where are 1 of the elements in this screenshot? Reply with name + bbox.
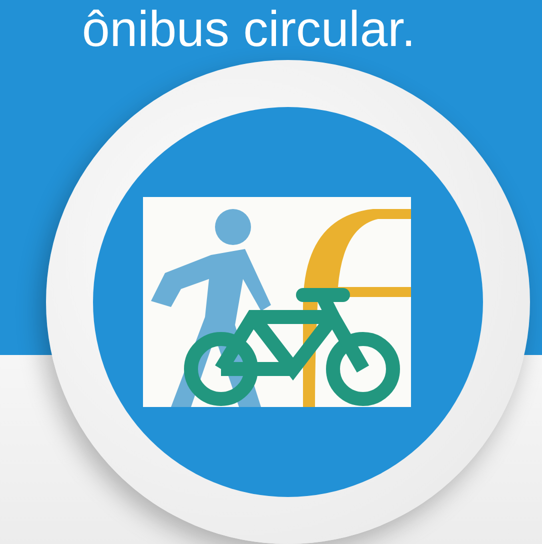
heading: ônibus circular.	[81, 0, 416, 58]
